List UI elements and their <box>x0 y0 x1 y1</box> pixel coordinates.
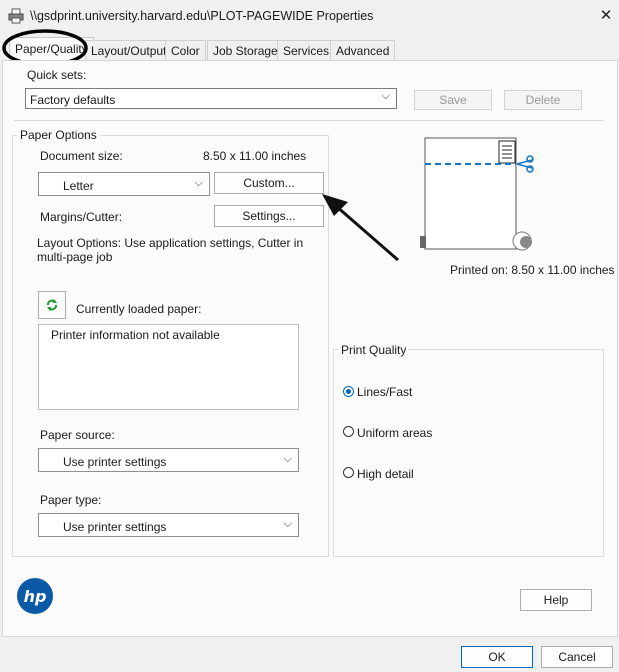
tab-advanced[interactable]: Advanced <box>330 40 396 61</box>
paper-type-value: Use printer settings <box>63 520 167 534</box>
radio-uniform-areas[interactable] <box>343 426 354 437</box>
quick-sets-value: Factory defaults <box>30 93 116 107</box>
paper-source-select[interactable]: Use printer settings ⌵ <box>38 448 299 472</box>
radio-uniform-areas-label[interactable]: Uniform areas <box>357 426 432 440</box>
print-quality-group <box>333 349 604 557</box>
document-size-label: Document size: <box>40 149 123 163</box>
printed-on-text: Printed on: 8.50 x 11.00 inches <box>450 263 615 277</box>
save-button[interactable]: Save <box>414 90 492 110</box>
window-title: \\gsdprint.university.harvard.edu\PLOT-P… <box>30 9 374 23</box>
document-size-select-value: Letter <box>63 179 94 193</box>
chevron-down-icon: ⌵ <box>283 518 292 530</box>
help-button[interactable]: Help <box>520 589 592 611</box>
chevron-down-icon: ⌵ <box>194 177 203 189</box>
radio-lines-fast-label[interactable]: Lines/Fast <box>357 385 412 399</box>
paper-source-label: Paper source: <box>40 428 115 442</box>
layout-options-text: Layout Options: Use application settings… <box>37 236 304 264</box>
quick-sets-select[interactable]: Factory defaults ⌵ <box>25 88 397 109</box>
radio-lines-fast[interactable] <box>343 386 354 397</box>
printer-icon <box>8 8 24 24</box>
refresh-button[interactable] <box>38 291 66 319</box>
paper-source-value: Use printer settings <box>63 455 167 469</box>
refresh-icon <box>47 299 57 311</box>
chevron-down-icon: ⌵ <box>283 453 292 465</box>
print-quality-label: Print Quality <box>338 343 410 357</box>
annotation-arrow <box>322 194 399 262</box>
currently-loaded-label: Currently loaded paper: <box>76 302 202 316</box>
custom-size-button[interactable]: Custom... <box>214 172 324 194</box>
paper-type-label: Paper type: <box>40 493 102 507</box>
loaded-paper-list[interactable]: Printer information not available <box>38 324 299 410</box>
quick-sets-label: Quick sets: <box>27 68 87 82</box>
printer-info-text: Printer information not available <box>51 328 220 342</box>
paper-type-select[interactable]: Use printer settings ⌵ <box>38 513 299 537</box>
divider <box>14 120 604 121</box>
radio-high-detail[interactable] <box>343 467 354 478</box>
svg-text:hp: hp <box>24 587 47 606</box>
tab-job-storage[interactable]: Job Storage <box>207 40 284 61</box>
delete-button[interactable]: Delete <box>504 90 582 110</box>
scissors-icon <box>516 155 534 173</box>
margins-cutter-label: Margins/Cutter: <box>40 210 123 224</box>
margins-settings-button[interactable]: Settings... <box>214 205 324 227</box>
tab-services[interactable]: Services <box>277 40 336 61</box>
document-size-value: 8.50 x 11.00 inches <box>203 149 307 163</box>
cancel-button[interactable]: Cancel <box>541 646 613 668</box>
chevron-down-icon: ⌵ <box>381 90 390 102</box>
close-button[interactable]: ✕ <box>598 6 614 24</box>
document-size-select[interactable]: Letter ⌵ <box>38 172 210 196</box>
ok-button[interactable]: OK <box>461 646 533 668</box>
hp-logo: hp <box>17 578 53 614</box>
tab-color[interactable]: Color <box>165 40 206 61</box>
paper-preview-illustration <box>420 137 534 251</box>
radio-high-detail-label[interactable]: High detail <box>357 467 414 481</box>
paper-options-label: Paper Options <box>17 128 100 142</box>
